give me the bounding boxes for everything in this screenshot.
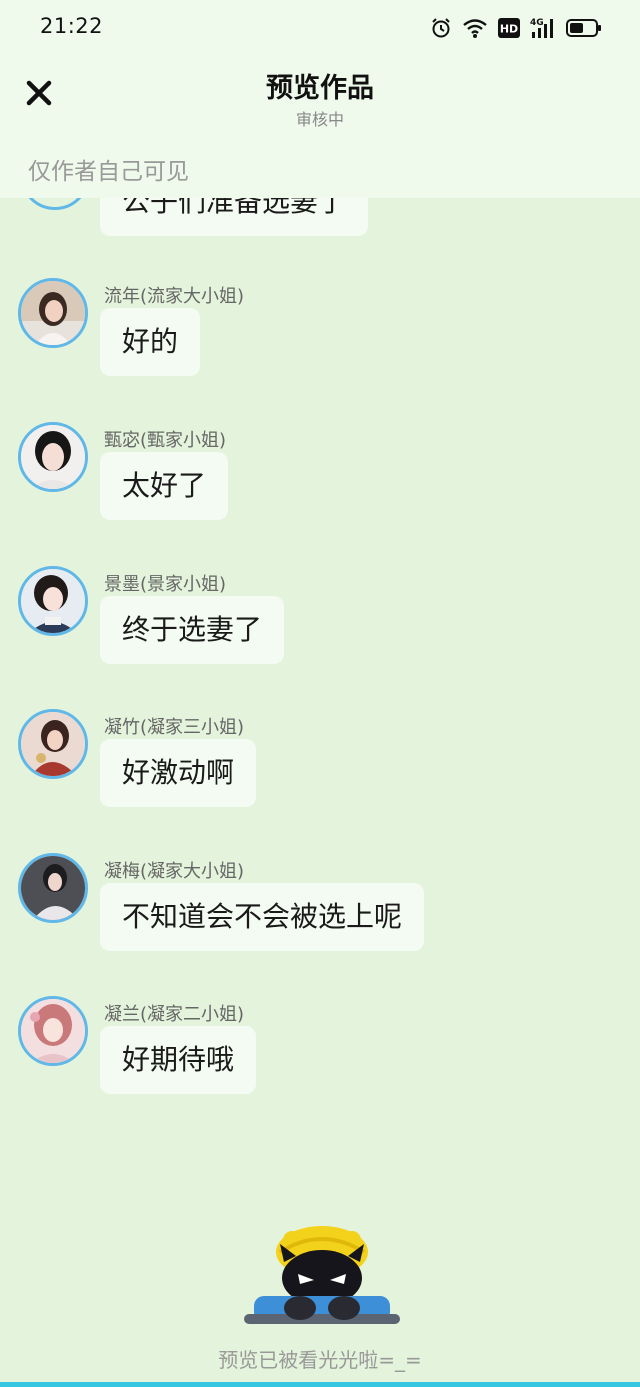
- avatar[interactable]: [18, 709, 88, 779]
- message-bubble: 好的: [100, 308, 201, 376]
- visibility-note: 仅作者自己可见: [28, 159, 189, 185]
- alarm-icon: [430, 17, 452, 39]
- avatar[interactable]: [18, 853, 88, 923]
- avatar[interactable]: [18, 566, 88, 636]
- sender-name: 景墨(景家小姐): [104, 574, 227, 595]
- battery-icon: [566, 18, 602, 38]
- avatar[interactable]: [18, 422, 88, 492]
- message-bubble: 太好了: [100, 452, 229, 520]
- message-bubble: 终于选妻了: [100, 596, 285, 664]
- sender-name: 凝梅(凝家大小姐): [104, 861, 245, 882]
- sender-name: 流年(流家大小姐): [104, 286, 245, 307]
- network-label: 4G: [530, 18, 544, 28]
- sender-name: 凝竹(凝家三小姐): [104, 717, 245, 738]
- signal-4g-icon: 4G: [530, 16, 556, 40]
- status-icons: HD 4G: [430, 14, 602, 42]
- footer-text: 预览已被看光光啦=_=: [218, 1348, 422, 1372]
- sender-name: 甄宓(甄家小姐): [104, 430, 227, 451]
- wifi-icon: [462, 17, 488, 39]
- review-status: 审核中: [295, 110, 344, 129]
- hd-label: HD: [500, 23, 518, 36]
- status-bar: 21:22 HD 4G: [0, 0, 640, 56]
- chat-area: 公子们准备选妻了 流年(流家大小姐) 好的 甄宓(甄家小姐) 太好了 景墨(景家…: [0, 0, 640, 1387]
- sender-name: 凝兰(凝家二小姐): [104, 1004, 245, 1025]
- message-bubble: 好激动啊: [100, 739, 257, 807]
- avatar[interactable]: [18, 996, 88, 1066]
- top-bar: 21:22 HD 4G 预览作品 审核中 仅作者自己可见: [0, 0, 640, 198]
- message-bubble: 不知道会不会被选上呢: [100, 883, 425, 951]
- status-time: 21:22: [40, 14, 104, 38]
- mascot-image: [240, 1222, 404, 1334]
- page-title: 预览作品: [266, 73, 374, 104]
- header: 预览作品 审核中: [0, 56, 640, 140]
- avatar[interactable]: [18, 278, 88, 348]
- message-bubble: 好期待哦: [100, 1026, 257, 1094]
- hd-icon: HD: [498, 18, 520, 38]
